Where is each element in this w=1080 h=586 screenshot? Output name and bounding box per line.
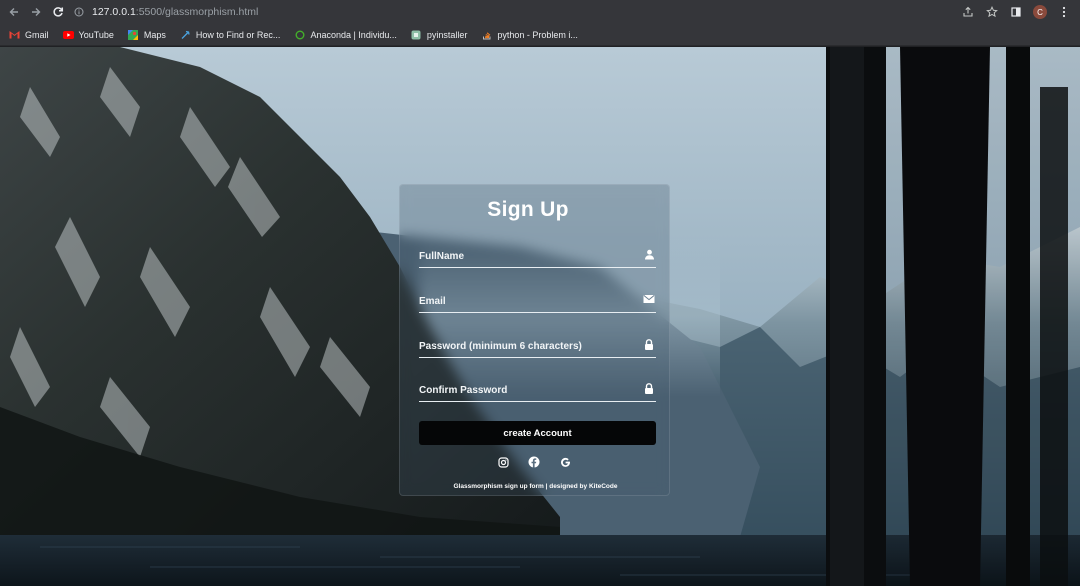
password-field bbox=[419, 332, 656, 358]
form-title: Sign Up bbox=[487, 198, 569, 221]
facebook-icon[interactable] bbox=[528, 456, 540, 468]
share-icon bbox=[963, 6, 973, 17]
star-icon bbox=[986, 6, 998, 18]
page-viewport: Sign Up create Account bbox=[0, 47, 1080, 586]
side-panel-button[interactable] bbox=[1006, 2, 1026, 22]
confirm-password-input[interactable] bbox=[419, 382, 634, 398]
bookmark-label: How to Find or Rec... bbox=[195, 29, 281, 40]
bookmark-label: Anaconda | Individu... bbox=[310, 29, 397, 40]
bookmark-item[interactable]: YouTube bbox=[60, 29, 117, 40]
signup-form-card: Sign Up create Account bbox=[399, 184, 670, 496]
lock-icon bbox=[643, 382, 655, 394]
email-input[interactable] bbox=[419, 293, 634, 309]
kebab-menu-icon bbox=[1062, 6, 1066, 18]
gmail-icon bbox=[9, 29, 20, 40]
google-icon[interactable] bbox=[559, 456, 571, 468]
email-field bbox=[419, 287, 656, 313]
maps-icon bbox=[128, 29, 139, 40]
menu-button[interactable] bbox=[1054, 2, 1074, 22]
youtube-icon bbox=[62, 29, 74, 40]
pyinstaller-icon bbox=[411, 29, 422, 40]
back-button[interactable] bbox=[3, 1, 25, 23]
profile-button[interactable]: C bbox=[1030, 2, 1050, 22]
side-panel-icon bbox=[1011, 7, 1021, 17]
bookmark-label: YouTube bbox=[78, 29, 114, 40]
bookmark-label: Gmail bbox=[25, 29, 49, 40]
confirm-password-field bbox=[419, 376, 656, 402]
reload-icon bbox=[53, 7, 64, 17]
bookmark-item[interactable]: How to Find or Rec... bbox=[177, 29, 284, 40]
forward-button[interactable] bbox=[25, 1, 47, 23]
anaconda-icon bbox=[294, 29, 305, 40]
instagram-icon[interactable] bbox=[497, 456, 509, 468]
password-input[interactable] bbox=[419, 338, 634, 354]
fullname-input[interactable] bbox=[419, 248, 634, 264]
bookmark-item[interactable]: Gmail bbox=[6, 29, 52, 40]
bookmark-item[interactable]: Anaconda | Individu... bbox=[291, 29, 399, 40]
user-icon bbox=[643, 248, 655, 260]
toolbar-actions: C bbox=[958, 2, 1074, 22]
bookmark-label: python - Problem i... bbox=[497, 29, 578, 40]
browser-toolbar: 127.0.0.1:5500/glassmorphism.html C bbox=[0, 0, 1080, 24]
social-links bbox=[497, 456, 571, 468]
arrow-left-icon bbox=[9, 8, 18, 16]
bookmark-label: Maps bbox=[143, 29, 166, 40]
lock-icon bbox=[643, 338, 655, 350]
stackoverflow-icon bbox=[481, 29, 492, 40]
bookmarks-bar: Gmail YouTube Maps How to Find or Rec... Ana… bbox=[0, 24, 1080, 46]
bookmark-label: pyinstaller bbox=[426, 29, 468, 40]
create-account-button[interactable]: create Account bbox=[419, 421, 656, 445]
url-path: :5500/glassmorphism.html bbox=[135, 6, 259, 18]
arrow-right-icon bbox=[32, 8, 41, 16]
share-button[interactable] bbox=[958, 2, 978, 22]
bookmark-item[interactable]: pyinstaller bbox=[408, 29, 471, 40]
address-bar[interactable]: 127.0.0.1:5500/glassmorphism.html bbox=[72, 3, 1022, 21]
footer-credit: Glassmorphism sign up form | designed by… bbox=[453, 483, 618, 490]
bookmark-site-icon bbox=[180, 29, 191, 40]
bookmark-item[interactable]: python - Problem i... bbox=[478, 29, 581, 40]
bookmark-item[interactable]: Maps bbox=[125, 29, 169, 40]
site-info-icon[interactable] bbox=[72, 7, 86, 17]
url-host: 127.0.0.1 bbox=[92, 6, 136, 18]
reload-button[interactable] bbox=[47, 1, 69, 23]
fullname-field bbox=[419, 242, 656, 268]
avatar: C bbox=[1033, 5, 1047, 19]
bookmark-star-button[interactable] bbox=[982, 2, 1002, 22]
envelope-icon bbox=[643, 293, 655, 305]
